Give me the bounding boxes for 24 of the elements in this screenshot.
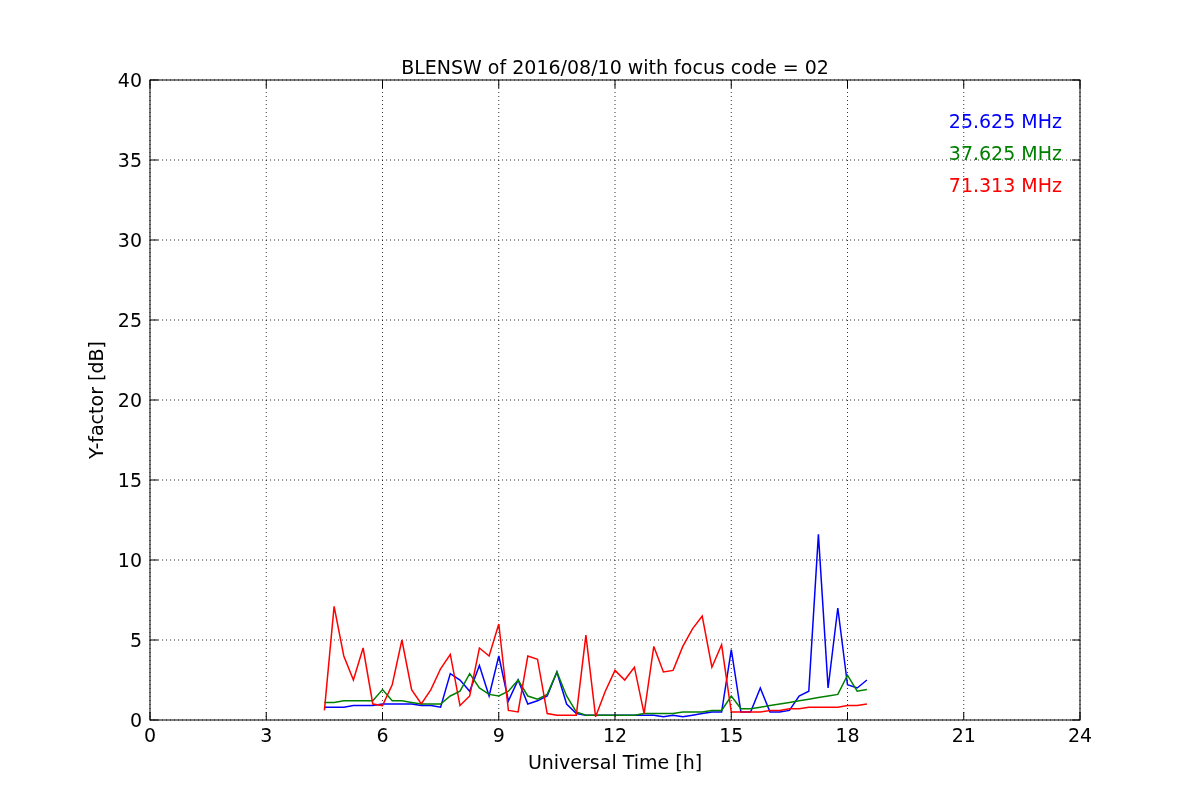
tick-label: 3 [260, 724, 273, 746]
y-axis-label: Y-factor [dB] [85, 341, 107, 459]
x-axis-label: Universal Time [h] [527, 751, 703, 773]
tick-label: 15 [719, 724, 744, 746]
legend-label: 25.625 MHz [948, 110, 1062, 132]
tick-label: 20 [117, 389, 142, 411]
tick-label: 0 [129, 709, 142, 731]
tick-label: 0 [143, 724, 157, 746]
tick-label: 15 [117, 469, 142, 491]
tick-label: 9 [492, 724, 505, 746]
tick-label: 5 [129, 629, 142, 651]
tick-label: 40 [117, 69, 142, 91]
tick-label: 24 [1067, 724, 1093, 746]
legend-label: 37.625 MHz [948, 142, 1062, 164]
tick-label: 21 [951, 724, 976, 746]
tick-label: 30 [117, 229, 142, 251]
legend-label: 71.313 MHz [948, 174, 1062, 196]
tick-label: 10 [117, 549, 142, 571]
tick-label: 35 [117, 149, 142, 171]
tick-label: 12 [602, 724, 628, 746]
tick-label: 25 [117, 309, 142, 331]
tick-label: 18 [835, 724, 860, 746]
tick-label: 6 [376, 724, 389, 746]
chart-title: BLENSW of 2016/08/10 with focus code = 02 [401, 56, 829, 78]
